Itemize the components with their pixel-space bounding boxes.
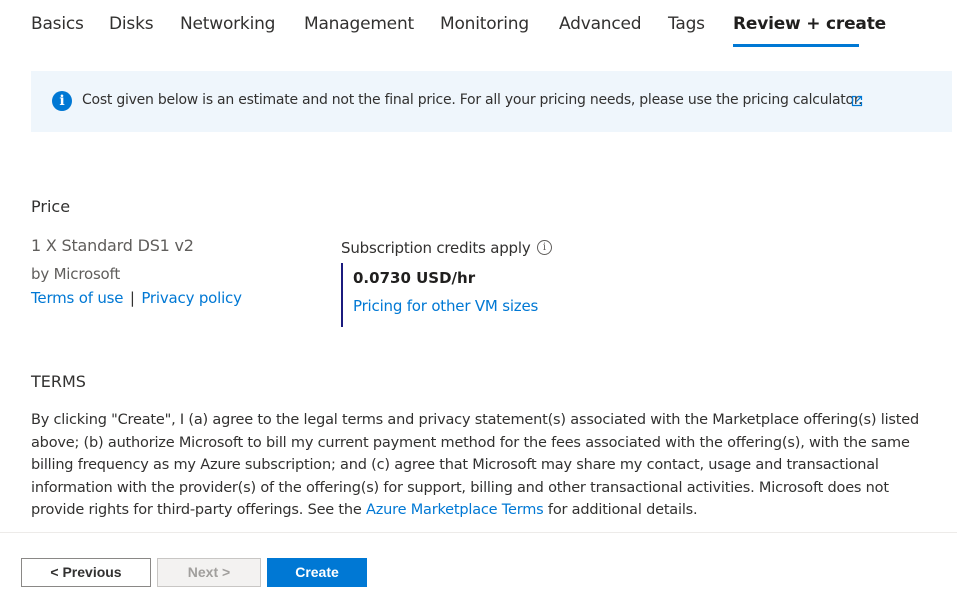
tab-disks[interactable]: Disks [109, 14, 154, 34]
terms-heading: TERMS [31, 372, 86, 391]
terms-of-use-link[interactable]: Terms of use [31, 289, 124, 307]
terms-body-end: for additional details. [543, 502, 698, 518]
info-icon: i [52, 91, 72, 111]
next-button[interactable]: Next > [157, 558, 261, 587]
price-value: 0.0730 USD/hr [353, 269, 476, 287]
tab-monitoring[interactable]: Monitoring [440, 14, 529, 34]
info-tooltip-icon[interactable]: i [537, 240, 552, 255]
price-heading: Price [31, 197, 71, 216]
info-banner-text: Cost given below is an estimate and not … [82, 92, 863, 108]
legal-links: Terms of use | Privacy policy [31, 289, 242, 307]
tab-tags[interactable]: Tags [668, 14, 705, 34]
price-box: 0.0730 USD/hr Pricing for other VM sizes [341, 263, 563, 327]
wizard-tabs: Basics Disks Networking Management Monit… [0, 0, 957, 50]
previous-button[interactable]: < Previous [21, 558, 151, 587]
marketplace-terms-link[interactable]: Azure Marketplace Terms [366, 502, 544, 518]
create-button[interactable]: Create [267, 558, 367, 587]
external-link-icon[interactable] [850, 94, 864, 108]
tab-advanced[interactable]: Advanced [559, 14, 642, 34]
pricing-info-banner: i Cost given below is an estimate and no… [31, 71, 952, 132]
product-name: 1 X Standard DS1 v2 [31, 236, 194, 255]
footer-divider [0, 532, 957, 533]
tab-review-create[interactable]: Review + create [733, 14, 886, 34]
link-separator: | [129, 289, 135, 307]
tab-networking[interactable]: Networking [180, 14, 275, 34]
privacy-policy-link[interactable]: Privacy policy [141, 289, 242, 307]
subscription-credits-label: Subscription credits apply [341, 239, 531, 257]
tab-basics[interactable]: Basics [31, 14, 84, 34]
tab-management[interactable]: Management [304, 14, 414, 34]
pricing-other-sizes-link[interactable]: Pricing for other VM sizes [353, 297, 538, 315]
terms-text: By clicking "Create", I (a) agree to the… [31, 409, 936, 522]
publisher-name: by Microsoft [31, 265, 121, 283]
active-tab-indicator [733, 44, 859, 47]
